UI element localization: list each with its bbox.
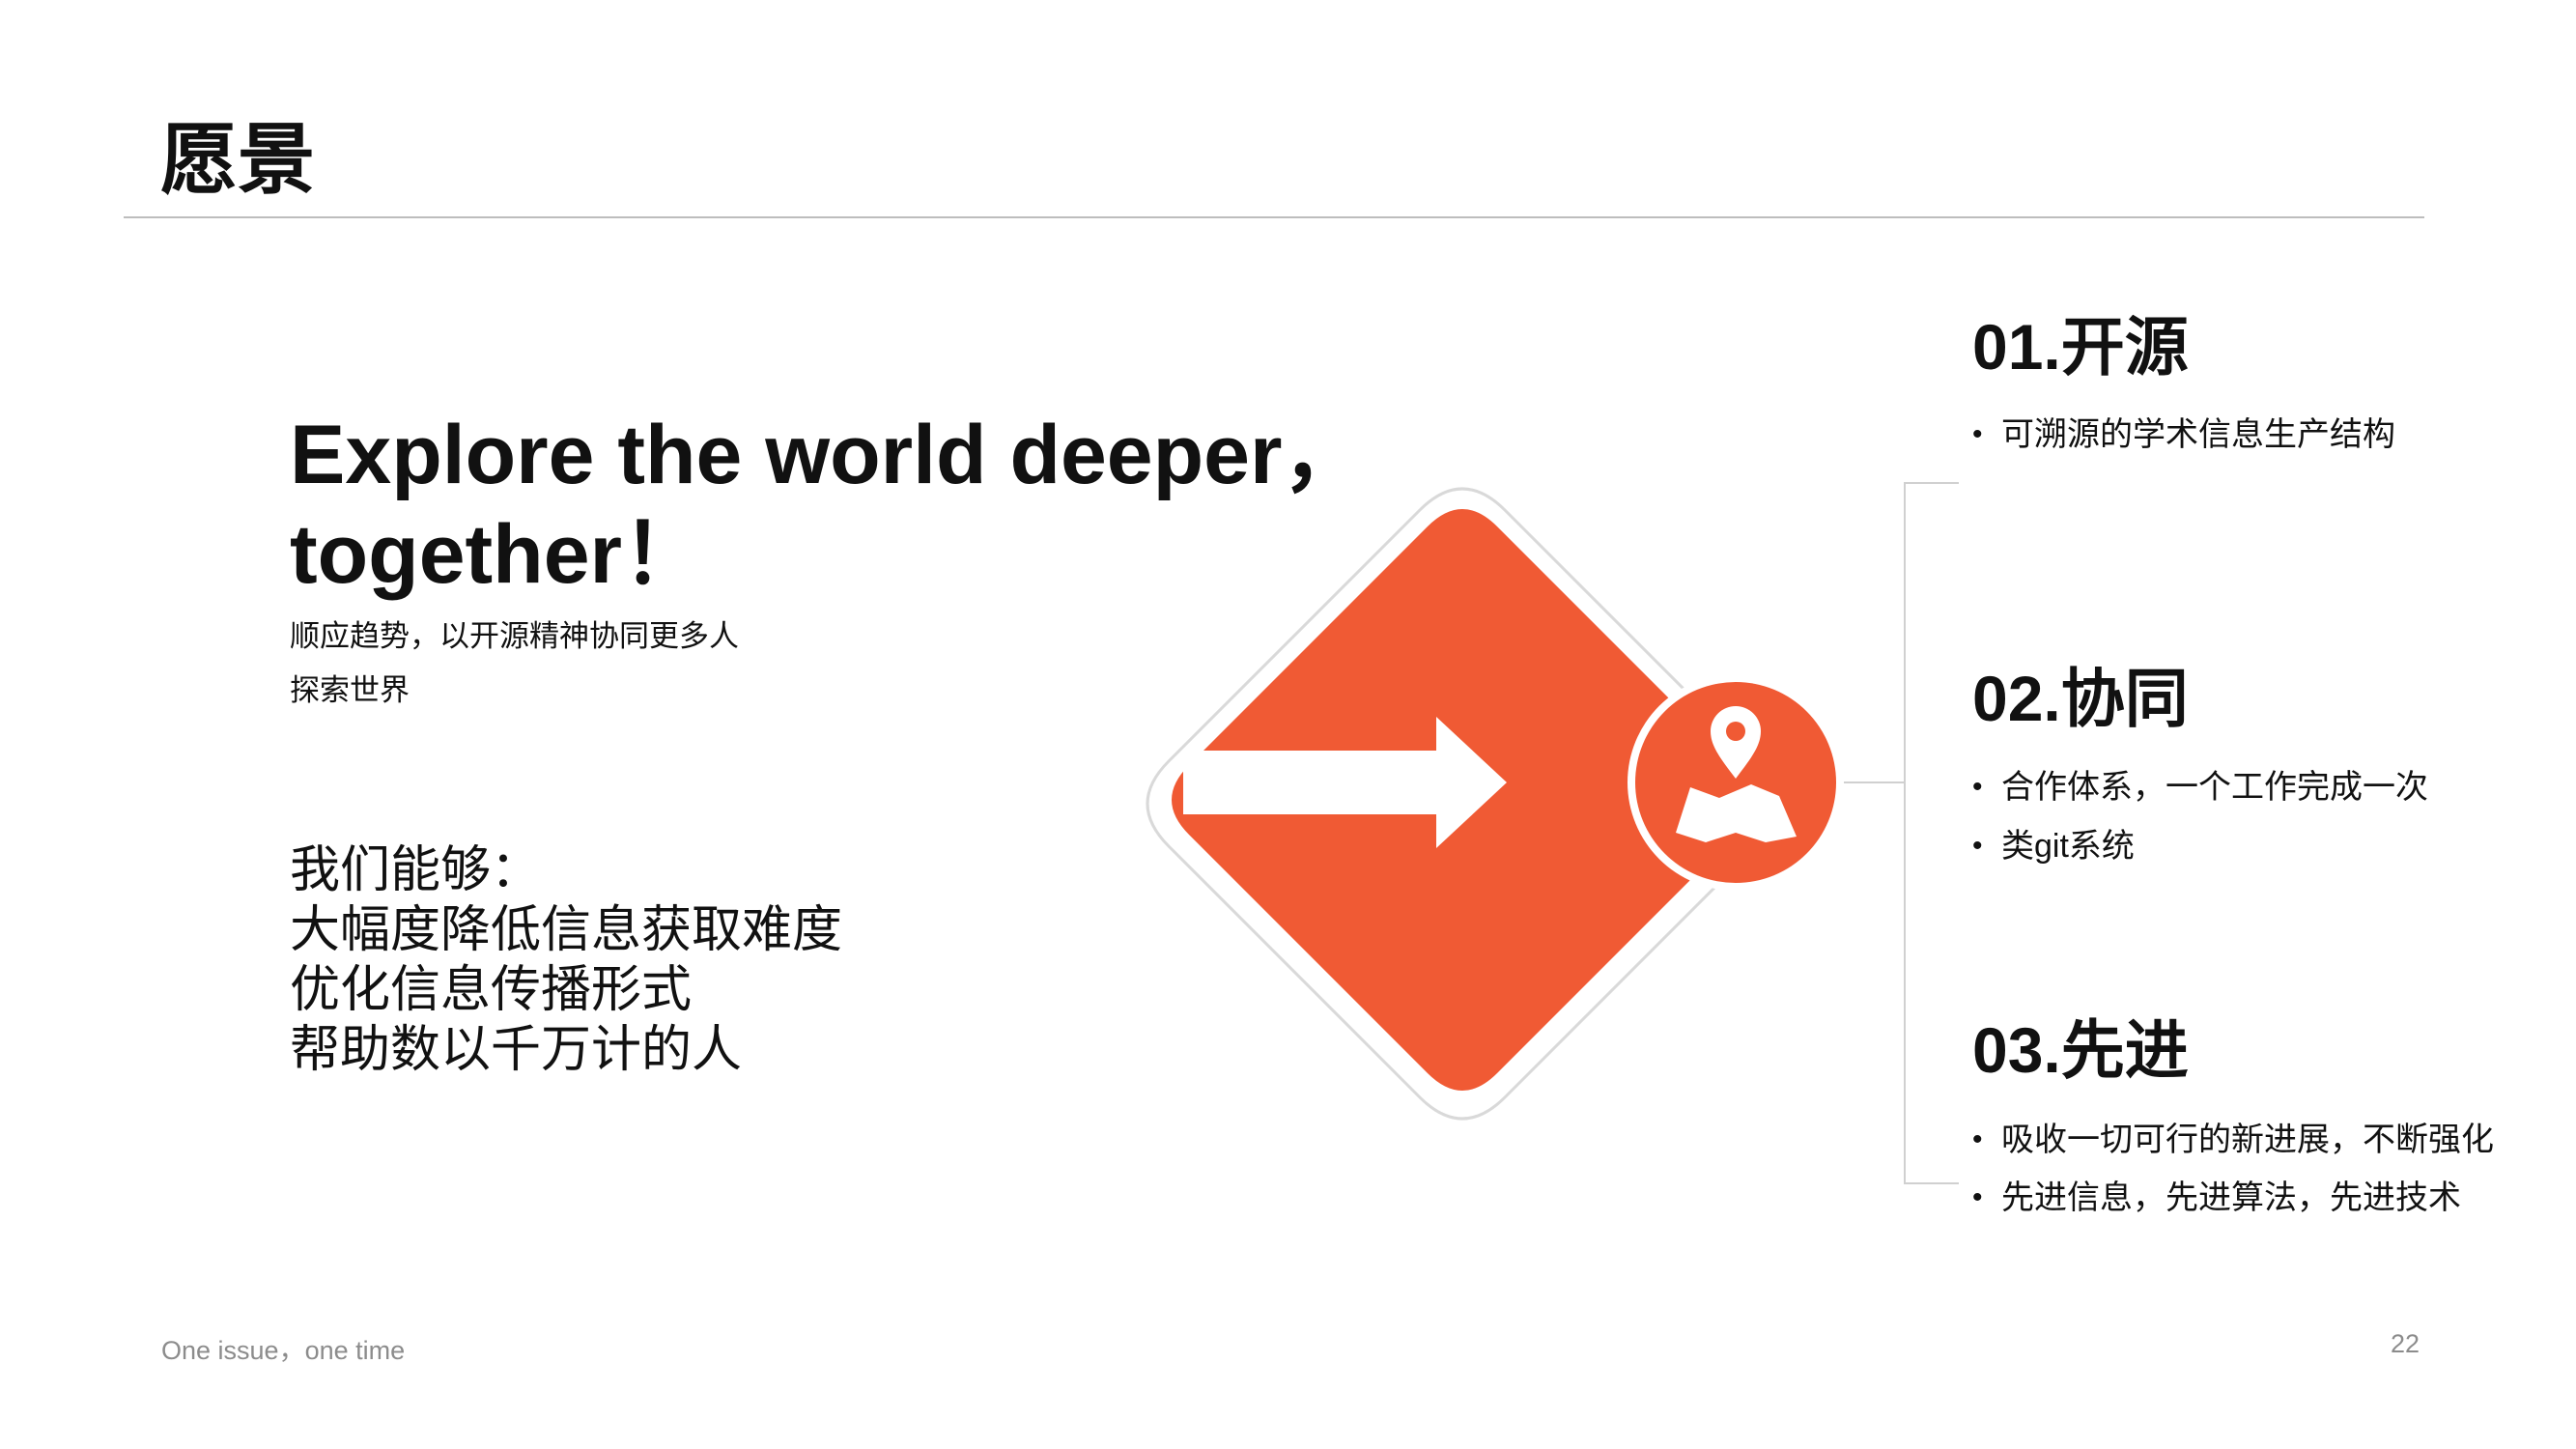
title-divider — [124, 216, 2424, 218]
bullet-item: 吸收一切可行的新进展，不断强化 — [1972, 1121, 2494, 1160]
capability-item: 大幅度降低信息获取难度 — [290, 902, 843, 958]
section-title-collaboration: 02.协同 — [1972, 663, 2189, 734]
subtitle-line-1: 顺应趋势，以开源精神协同更多人 — [290, 619, 739, 653]
page-number: 22 — [2391, 1329, 2420, 1358]
bullet-item: 可溯源的学术信息生产结构 — [1972, 415, 2395, 455]
bullet-item: 类git系统 — [1972, 827, 2135, 867]
bullet-item: 先进信息，先进算法，先进技术 — [1972, 1179, 2461, 1218]
capability-item: 帮助数以千万计的人 — [290, 1022, 743, 1078]
bullet-item: 合作体系，一个工作完成一次 — [1972, 768, 2428, 808]
footer-tagline: One issue，one time — [161, 1336, 406, 1365]
capability-item: 优化信息传播形式 — [290, 962, 693, 1018]
section-title-open-source: 01.开源 — [1972, 311, 2189, 383]
section-title-advanced: 03.先进 — [1972, 1014, 2189, 1086]
map-pin-icon — [1628, 674, 1844, 891]
vision-diagram — [1146, 487, 1905, 1121]
capabilities-intro: 我们能够： — [290, 842, 542, 898]
slide-title: 愿景 — [160, 117, 315, 203]
subtitle-line-2: 探索世界 — [290, 673, 410, 707]
section-bracket — [1904, 482, 1959, 1184]
